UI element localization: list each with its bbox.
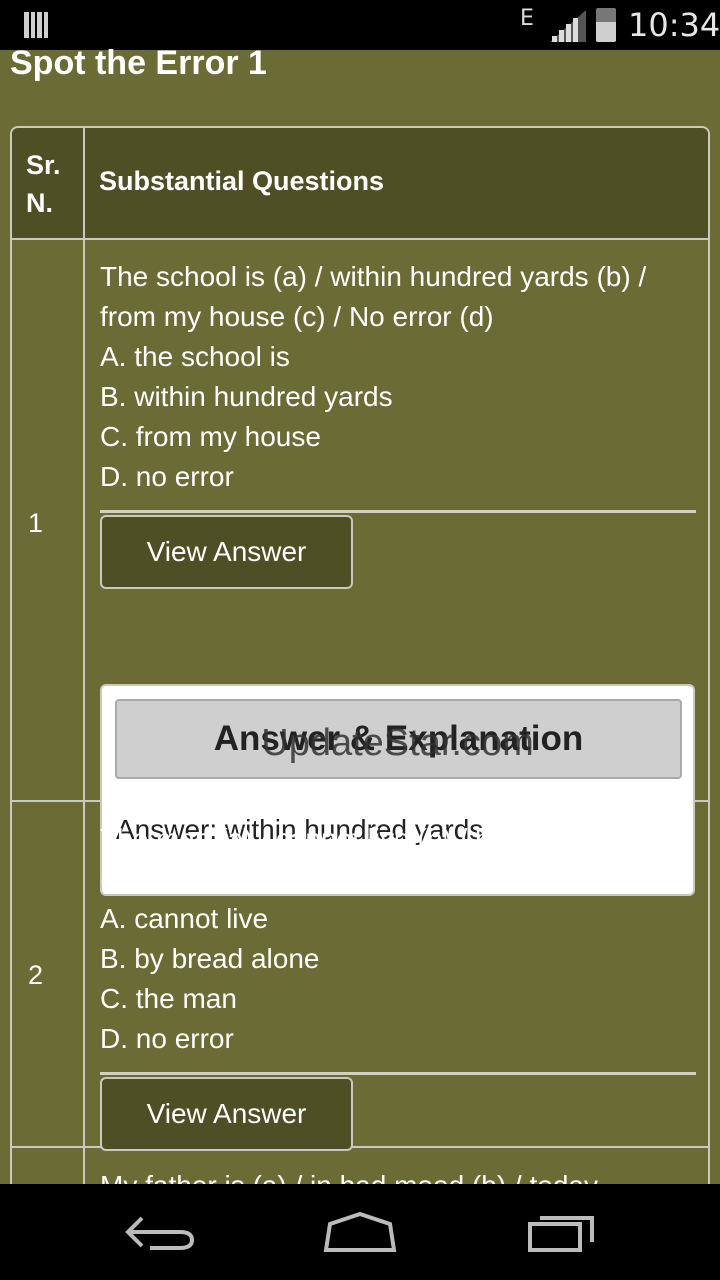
back-icon[interactable] (120, 1210, 200, 1254)
questions-table: Sr. N. Substantial Questions 1 The schoo… (10, 126, 710, 1186)
recents-icon[interactable] (520, 1210, 600, 1254)
notification-bars-icon (24, 12, 48, 38)
divider (100, 510, 696, 513)
watermark: UpdateStar.com (261, 722, 534, 764)
status-bar: E 10:34 (0, 0, 720, 50)
table-row: 1 The school is (a) / within hundred yar… (12, 240, 708, 896)
question-block: The man (a) / cannot live (b) / by bread… (100, 819, 700, 1059)
option-c: C. the man (100, 983, 237, 1014)
column-divider (83, 128, 85, 1184)
question-text: The school is (a) / within hundred yards… (100, 261, 647, 332)
table-header: Sr. N. Substantial Questions (12, 128, 708, 240)
question-text: My father is (a) / in bad mood (b) / tod… (100, 1170, 598, 1186)
navigation-bar (0, 1184, 720, 1280)
question-block: The school is (a) / within hundred yards… (100, 257, 700, 497)
page-title: Spot the Error 1 (10, 44, 267, 82)
divider (100, 1072, 696, 1075)
option-b: B. by bread alone (100, 943, 320, 974)
option-a: A. the school is (100, 341, 290, 372)
status-time: 10:34 (628, 6, 720, 44)
option-b: B. within hundred yards (100, 381, 393, 412)
view-answer-button[interactable]: View Answer (100, 1077, 353, 1151)
header-sr-number: Sr. N. (26, 150, 61, 218)
question-text: The man (a) / cannot live (b) / by bread… (100, 823, 661, 894)
row-number: 1 (28, 508, 44, 538)
option-d: D. no error (100, 461, 234, 492)
option-d: D. no error (100, 1023, 234, 1054)
battery-icon (596, 8, 616, 42)
header-questions: Substantial Questions (99, 166, 385, 196)
row-number: 2 (28, 960, 44, 990)
network-type: E (520, 6, 534, 31)
cell-signal-icon (550, 10, 586, 42)
table-row: My father is (a) / in bad mood (b) / tod… (12, 1148, 708, 1186)
option-c: C. from my house (100, 421, 321, 452)
home-icon[interactable] (320, 1210, 400, 1254)
view-answer-button[interactable]: View Answer (100, 515, 353, 589)
table-row: 2 The man (a) / cannot live (b) / by bre… (12, 802, 708, 1151)
option-a: A. cannot live (100, 903, 269, 934)
